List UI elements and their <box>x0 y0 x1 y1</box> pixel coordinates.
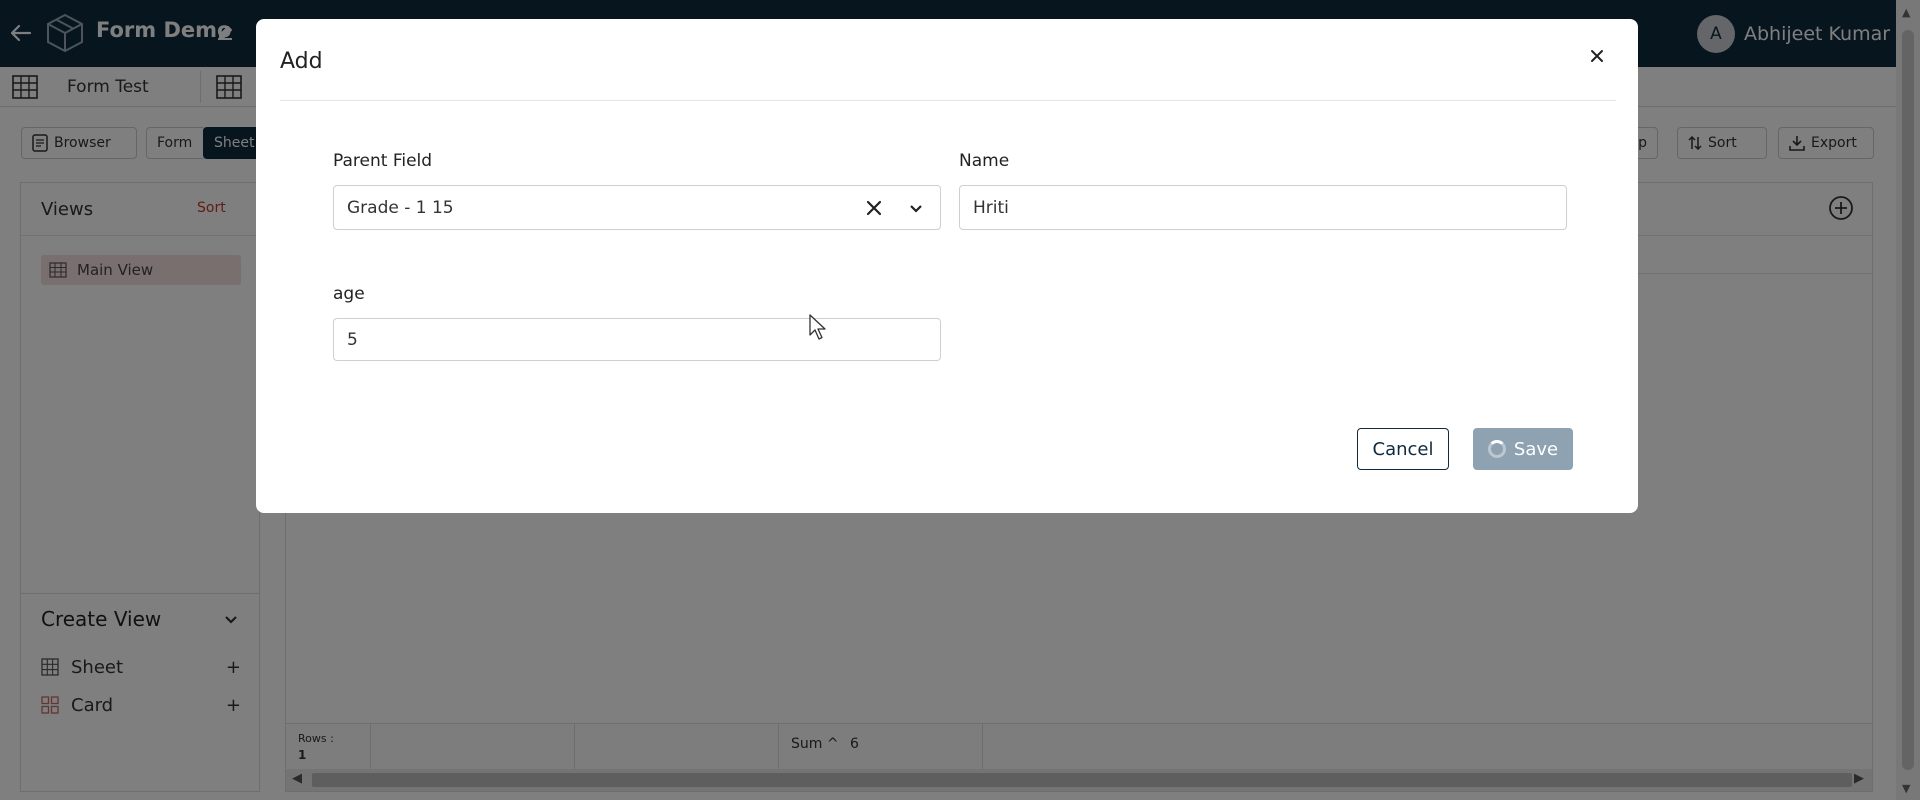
parent-field-label: Parent Field <box>333 151 433 171</box>
parent-field-value: Grade - 1 15 <box>347 197 454 218</box>
mouse-pointer-icon <box>808 313 828 341</box>
name-input-value: Hriti <box>973 197 1009 218</box>
parent-field-select[interactable]: Grade - 1 15 <box>333 185 941 230</box>
age-field-label: age <box>333 284 365 304</box>
name-input[interactable]: Hriti <box>959 185 1567 230</box>
age-input-value: 5 <box>347 329 358 350</box>
close-icon[interactable] <box>1586 45 1608 67</box>
add-record-dialog: Add Parent Field Grade - 1 15 Name Hriti… <box>256 19 1638 513</box>
clear-selection-icon[interactable] <box>864 198 884 218</box>
save-label: Save <box>1513 438 1559 460</box>
dialog-header-divider <box>280 100 1616 101</box>
age-input[interactable]: 5 <box>333 318 941 361</box>
cancel-button[interactable]: Cancel <box>1357 428 1449 470</box>
cancel-label: Cancel <box>1372 438 1434 460</box>
name-field-label: Name <box>959 151 1010 171</box>
save-button[interactable]: Save <box>1473 428 1573 470</box>
chevron-down-icon[interactable] <box>906 198 926 218</box>
dialog-title: Add <box>280 49 323 74</box>
loading-spinner-icon <box>1487 440 1506 458</box>
